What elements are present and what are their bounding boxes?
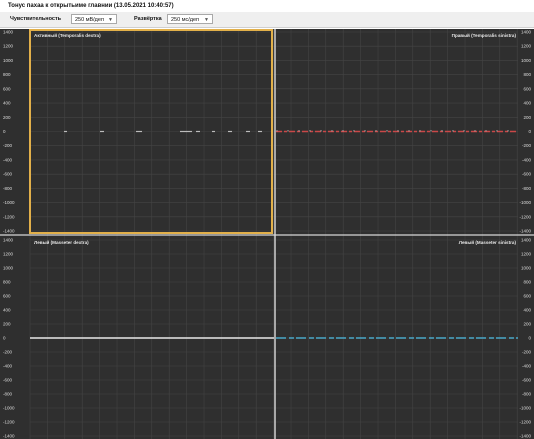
y-tick-label-right: 1200: [521, 252, 532, 257]
panel-label-top-right: Правый (Temporalis sinistra): [452, 32, 517, 38]
y-tick-label-left: 800: [3, 280, 11, 285]
sensitivity-value: 250 мВ/деп: [75, 17, 104, 23]
y-tick-label-right: 600: [523, 294, 531, 299]
y-tick-label-right: -800: [522, 186, 532, 191]
y-tick-label-right: -600: [522, 378, 532, 383]
y-tick-label-right: 600: [523, 86, 531, 91]
y-tick-label-right: 400: [523, 308, 531, 313]
y-tick-label-left: 0: [3, 129, 6, 134]
y-tick-label-right: -400: [522, 157, 532, 162]
y-tick-label-right: -1400: [519, 434, 531, 439]
y-tick-label-right: 1400: [521, 238, 532, 243]
y-tick-label-right: -1200: [519, 214, 531, 219]
panel-label-bottom-left: Левый (Masseter dextra): [34, 239, 89, 245]
panel-label-bottom-right: Левый (Masseter sinistra): [459, 239, 517, 245]
y-tick-label-left: 200: [3, 322, 11, 327]
y-tick-label-left: 400: [3, 308, 11, 313]
y-tick-label-right: 200: [523, 115, 531, 120]
y-tick-label-left: -1000: [3, 200, 15, 205]
y-tick-label-right: -200: [522, 350, 532, 355]
y-tick-label-left: -1200: [3, 214, 15, 219]
y-tick-label-right: 0: [528, 129, 531, 134]
y-tick-label-right: 800: [523, 72, 531, 77]
y-tick-label-left: 200: [3, 115, 11, 120]
y-tick-label-right: 200: [523, 322, 531, 327]
y-tick-label-right: 400: [523, 101, 531, 106]
gain-value: 250 мс/деп: [171, 17, 200, 23]
y-tick-label-left: 800: [3, 72, 11, 77]
y-tick-label-left: 1000: [3, 266, 14, 271]
y-tick-label-left: -400: [3, 364, 13, 369]
y-tick-label-right: -400: [522, 364, 532, 369]
y-tick-label-left: -800: [3, 392, 13, 397]
gain-label: Развёртка: [134, 16, 162, 22]
y-tick-label-right: 1000: [521, 58, 532, 63]
chevron-down-icon: ▼: [204, 17, 209, 23]
y-tick-label-right: -800: [522, 392, 532, 397]
y-tick-label-left: -600: [3, 172, 13, 177]
y-tick-label-left: 1200: [3, 252, 14, 257]
sensitivity-select[interactable]: 250 мВ/деп ▼: [71, 14, 117, 24]
emg-plot-svg[interactable]: Активный (Temporalis dextra) Правый (Tem…: [0, 29, 534, 439]
y-tick-label-left: 600: [3, 86, 11, 91]
y-tick-label-right: 800: [523, 280, 531, 285]
y-tick-label-left: -1400: [3, 229, 15, 234]
y-tick-label-left: 600: [3, 294, 11, 299]
y-tick-label-right: -1200: [519, 420, 531, 425]
y-tick-label-right: 1200: [521, 44, 532, 49]
y-tick-label-left: -1200: [3, 420, 15, 425]
y-tick-label-left: -800: [3, 186, 13, 191]
emg-plot-area[interactable]: Активный (Temporalis dextra) Правый (Tem…: [0, 29, 534, 439]
y-tick-label-right: -200: [522, 143, 532, 148]
y-tick-label-left: 1000: [3, 58, 14, 63]
y-tick-label-right: -1000: [519, 200, 531, 205]
chevron-down-icon: ▼: [108, 17, 113, 23]
sensitivity-label: Чувствительность: [10, 16, 62, 22]
y-tick-label-right: -1000: [519, 406, 531, 411]
y-tick-label-left: 1200: [3, 44, 14, 49]
y-tick-label-left: 400: [3, 101, 11, 106]
y-tick-label-left: -400: [3, 157, 13, 162]
y-tick-label-left: 0: [3, 336, 6, 341]
y-tick-label-left: -1400: [3, 434, 15, 439]
y-tick-label-right: -600: [522, 172, 532, 177]
gain-select[interactable]: 250 мс/деп ▼: [167, 14, 213, 24]
y-tick-label-left: -600: [3, 378, 13, 383]
y-tick-label-left: -1000: [3, 406, 15, 411]
panel-label-top-left: Активный (Temporalis dextra): [34, 32, 101, 38]
y-tick-label-right: 0: [528, 336, 531, 341]
y-tick-label-left: 1400: [3, 30, 14, 35]
window-title: Тонус пахаа к открытьиме главнии (13.05.…: [8, 3, 174, 9]
y-tick-label-left: -200: [3, 143, 13, 148]
y-tick-label-right: 1000: [521, 266, 532, 271]
toolbar: Чувствительность 250 мВ/деп ▼ Развёртка …: [0, 12, 534, 28]
y-tick-label-right: -1400: [519, 229, 531, 234]
y-tick-label-right: 1400: [521, 30, 532, 35]
y-tick-label-left: 1400: [3, 238, 14, 243]
y-tick-label-left: -200: [3, 350, 13, 355]
